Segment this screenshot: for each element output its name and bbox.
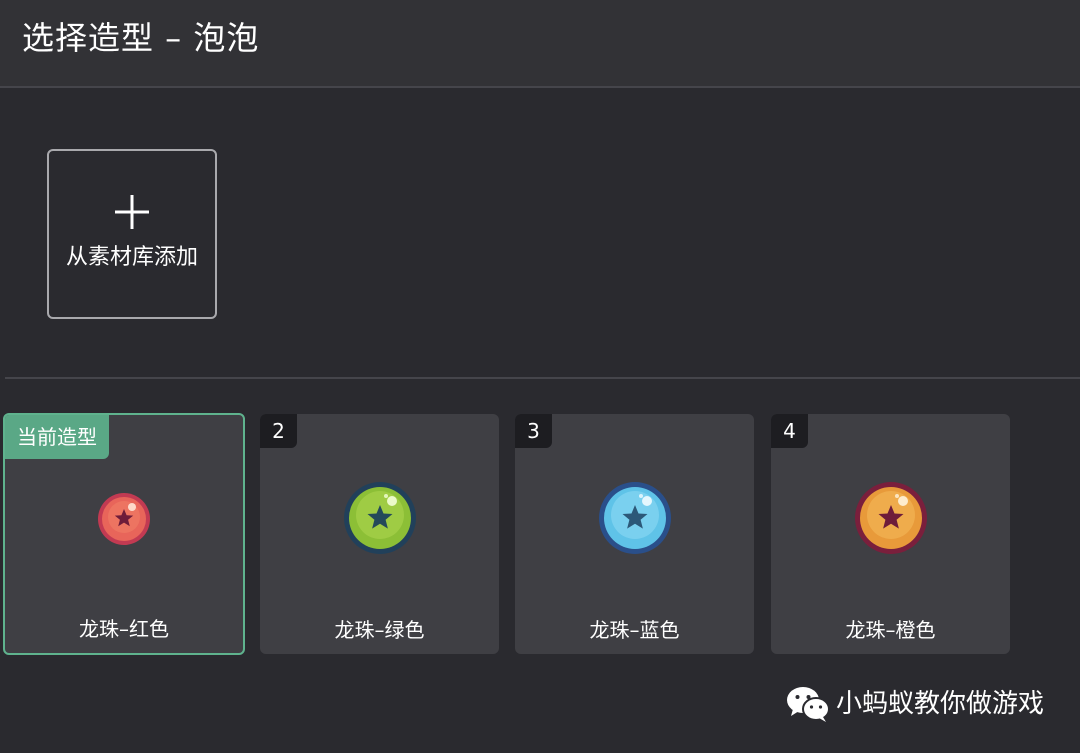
costume-number-badge: 2: [260, 414, 297, 448]
costume-card-2[interactable]: 2 龙珠–绿色: [260, 414, 499, 654]
add-from-library-label: 从素材库添加: [65, 245, 198, 270]
header-bar: 选择造型 – 泡泡: [0, 0, 1080, 88]
dragon-ball-blue-icon: [598, 482, 671, 554]
dragon-ball-red-icon: [98, 493, 150, 545]
costume-name: 龙珠–绿色: [334, 618, 425, 642]
watermark: 小蚂蚁教你做游戏: [786, 684, 1044, 724]
section-divider: [5, 377, 1080, 379]
watermark-text: 小蚂蚁教你做游戏: [836, 689, 1045, 719]
current-costume-badge: 当前造型: [5, 415, 109, 459]
costume-name: 龙珠–蓝色: [589, 618, 680, 642]
page-title: 选择造型 – 泡泡: [22, 19, 260, 57]
costume-card-4[interactable]: 4 龙珠–橙色: [771, 414, 1010, 654]
costume-name: 龙珠–橙色: [845, 618, 936, 642]
wechat-icon: [787, 687, 830, 722]
costume-number-badge: 3: [515, 414, 552, 448]
costume-card-1[interactable]: 当前造型 龙珠–红色: [3, 413, 245, 655]
costume-card-3[interactable]: 3 龙珠–蓝色: [515, 414, 754, 654]
costume-name: 龙珠–红色: [79, 617, 169, 641]
plus-icon: [115, 195, 149, 229]
add-from-library-button[interactable]: 从素材库添加: [47, 149, 217, 319]
dragon-ball-green-icon: [343, 482, 416, 554]
dragon-ball-orange-icon: [854, 482, 927, 554]
costume-number-badge: 4: [771, 414, 808, 448]
